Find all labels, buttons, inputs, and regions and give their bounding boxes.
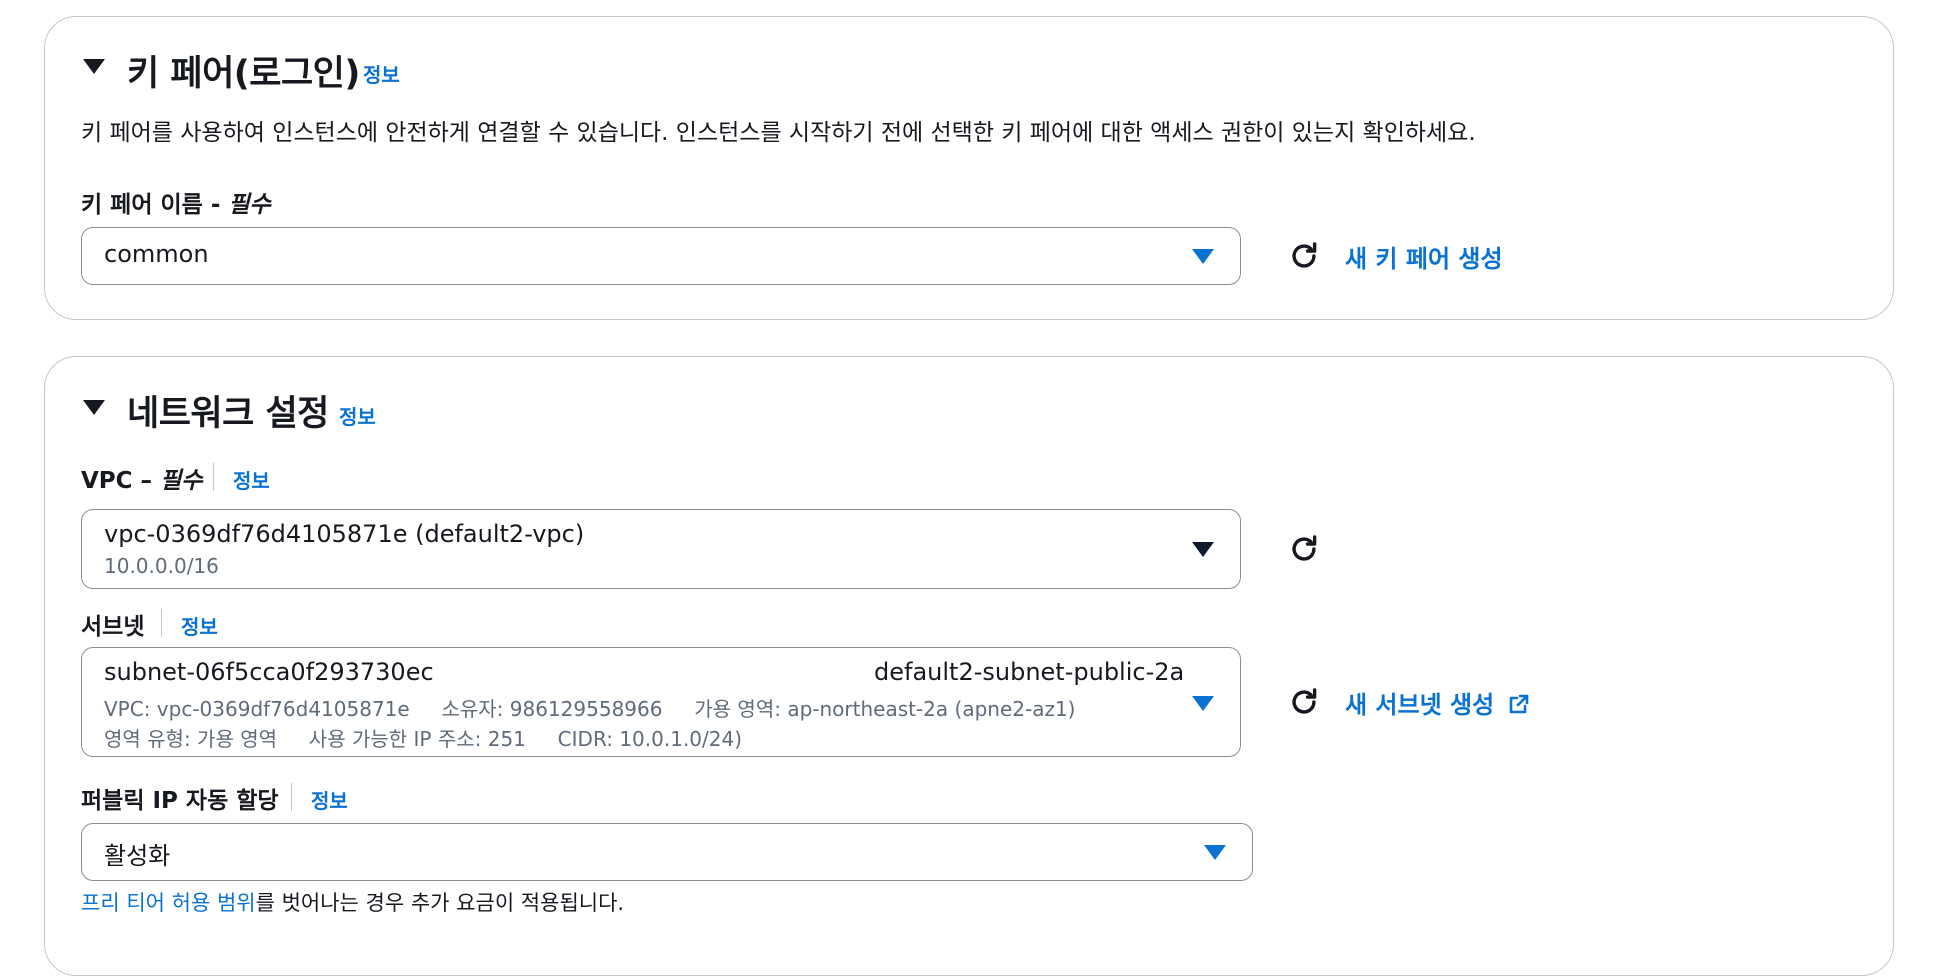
key-pair-heading: 키 페어(로그인) (127, 54, 360, 94)
key-pair-info-link[interactable]: 정보 (363, 59, 400, 88)
create-key-pair-link[interactable]: 새 키 페어 생성 (1345, 239, 1503, 274)
create-subnet-link[interactable]: 새 서브넷 생성 (1345, 685, 1531, 720)
refresh-icon[interactable] (1287, 532, 1321, 566)
free-tier-link[interactable]: 프리 티어 허용 범위 (81, 891, 256, 915)
public-ip-selected-value: 활성화 (104, 842, 171, 870)
key-pair-selected-value: common (104, 240, 209, 268)
key-pair-panel: 키 페어(로그인) 정보 키 페어를 사용하여 인스턴스에 안전하게 연결할 수… (44, 16, 1894, 320)
dropdown-triangle-icon (1192, 542, 1214, 557)
key-pair-field-label: 키 페어 이름 - 필수 (81, 192, 271, 218)
collapse-caret-icon[interactable] (83, 400, 105, 415)
external-link-icon (1509, 694, 1528, 714)
vpc-select[interactable]: vpc-0369df76d4105871e (default2-vpc) 10.… (81, 509, 1241, 589)
key-pair-description: 키 페어를 사용하여 인스턴스에 안전하게 연결할 수 있습니다. 인스턴스를 … (81, 120, 1476, 146)
required-marker: 필수 (228, 192, 271, 218)
subnet-info-link[interactable]: 정보 (181, 611, 218, 640)
network-settings-panel: 네트워크 설정 정보 VPC – 필수 정보 vpc-0369df76d4105… (44, 356, 1894, 976)
dropdown-triangle-icon (1204, 845, 1226, 860)
subnet-label: 서브넷 (81, 614, 145, 640)
network-heading: 네트워크 설정 (127, 394, 329, 434)
public-ip-info-link[interactable]: 정보 (311, 785, 348, 814)
subnet-details-line1: VPC: vpc-0369df76d4105871e 소유자: 98612955… (104, 697, 1076, 721)
label-divider (161, 609, 162, 637)
dropdown-triangle-icon (1192, 696, 1214, 711)
refresh-icon[interactable] (1287, 239, 1321, 273)
network-info-link[interactable]: 정보 (339, 401, 376, 430)
vpc-cidr: 10.0.0.0/16 (104, 554, 219, 578)
vpc-selected-value: vpc-0369df76d4105871e (default2-vpc) (104, 520, 585, 548)
required-marker: 필수 (160, 468, 203, 494)
collapse-caret-icon[interactable] (83, 59, 105, 74)
dropdown-triangle-icon (1192, 249, 1214, 264)
subnet-select[interactable]: subnet-06f5cca0f293730ec default2-subnet… (81, 647, 1241, 757)
subnet-name: default2-subnet-public-2a (874, 658, 1185, 686)
public-ip-label: 퍼블릭 IP 자동 할당 (81, 788, 279, 814)
vpc-label: VPC – 필수 (81, 468, 203, 494)
label-divider (291, 783, 292, 811)
subnet-details-line2: 영역 유형: 가용 영역 사용 가능한 IP 주소: 251 CIDR: 10.… (104, 727, 743, 751)
label-divider (213, 463, 214, 491)
public-ip-select[interactable]: 활성화 (81, 823, 1253, 881)
refresh-icon[interactable] (1287, 685, 1321, 719)
key-pair-select[interactable]: common (81, 227, 1241, 285)
vpc-info-link[interactable]: 정보 (233, 465, 270, 494)
free-tier-note: 프리 티어 허용 범위를 벗어나는 경우 추가 요금이 적용됩니다. (81, 891, 625, 915)
subnet-id: subnet-06f5cca0f293730ec (104, 658, 434, 686)
